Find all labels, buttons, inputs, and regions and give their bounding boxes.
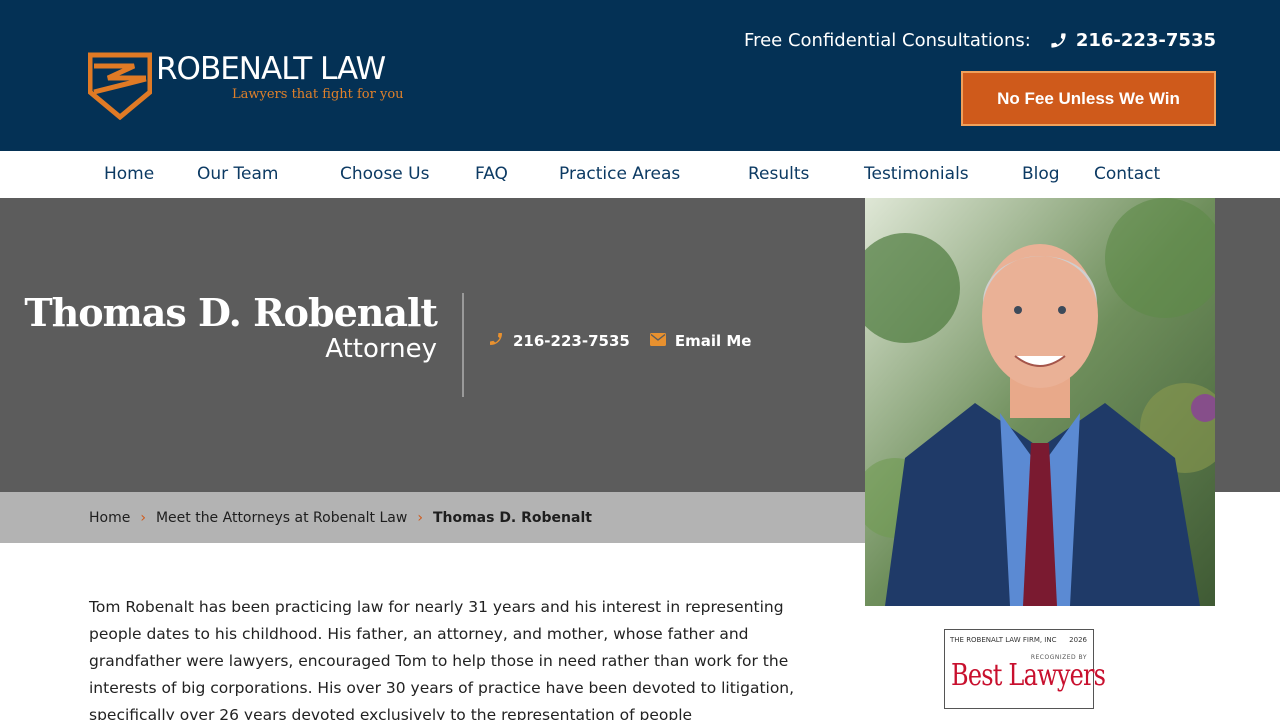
nav-home[interactable]: Home <box>104 151 154 198</box>
nav-choose-us[interactable]: Choose Us <box>340 151 429 198</box>
nav-testimonials[interactable]: Testimonials <box>864 151 969 198</box>
chevron-right-icon: › <box>417 509 423 526</box>
nav-our-team[interactable]: Our Team <box>197 151 278 198</box>
best-lawyers-badge[interactable]: THE ROBENALT LAW FIRM, INC 2026 RECOGNIZ… <box>944 629 1106 709</box>
attorney-role: Attorney <box>325 334 437 364</box>
no-fee-button[interactable]: No Fee Unless We Win <box>961 71 1216 126</box>
email-me-link[interactable]: Email Me <box>649 332 752 350</box>
breadcrumb: Home › Meet the Attorneys at Robenalt La… <box>0 492 865 543</box>
header-phone-link[interactable]: 216-223-7535 <box>1049 30 1216 51</box>
attorney-phone-link[interactable]: 216-223-7535 <box>488 331 630 351</box>
breadcrumb-attorneys[interactable]: Meet the Attorneys at Robenalt Law <box>156 510 407 526</box>
attorney-contact: 216-223-7535 Email Me <box>488 331 751 351</box>
consultation-line: Free Confidential Consultations: 216-223… <box>744 28 1216 52</box>
attorney-bio: Tom Robenalt has been practicing law for… <box>89 598 795 720</box>
nav-contact[interactable]: Contact <box>1094 151 1160 198</box>
nav-faq[interactable]: FAQ <box>475 151 508 198</box>
site-logo[interactable]: ROBENALT LAW Lawyers that fight for you <box>88 52 408 122</box>
attorney-phone-number: 216-223-7535 <box>513 332 630 350</box>
logo-tagline: Lawyers that fight for you <box>232 87 404 102</box>
nav-blog[interactable]: Blog <box>1022 151 1060 198</box>
phone-icon <box>1049 31 1068 50</box>
nav-practice-areas[interactable]: Practice Areas <box>559 151 680 198</box>
nav-results[interactable]: Results <box>748 151 809 198</box>
chevron-right-icon: › <box>140 509 146 526</box>
shield-logo-icon <box>88 52 152 120</box>
badge-firm-name: THE ROBENALT LAW FIRM, INC <box>950 636 1057 644</box>
site-header: ROBENALT LAW Lawyers that fight for you … <box>0 0 1280 151</box>
attorney-photo <box>865 198 1215 606</box>
breadcrumb-home[interactable]: Home <box>89 510 130 526</box>
header-phone-number: 216-223-7535 <box>1075 29 1216 51</box>
consultation-label: Free Confidential Consultations: <box>744 29 1031 51</box>
hero-divider <box>462 293 464 397</box>
badge-year: 2026 <box>1069 636 1087 644</box>
email-me-label: Email Me <box>674 332 752 350</box>
envelope-icon <box>649 332 666 350</box>
badge-title: Best Lawyers <box>951 658 1106 693</box>
phone-icon <box>488 331 504 351</box>
logo-name: ROBENALT LAW <box>156 51 386 87</box>
breadcrumb-current: Thomas D. Robenalt <box>432 509 592 526</box>
attorney-name: Thomas D. Robenalt <box>24 290 438 335</box>
main-nav: Home Our Team Choose Us FAQ Practice Are… <box>0 151 1280 198</box>
